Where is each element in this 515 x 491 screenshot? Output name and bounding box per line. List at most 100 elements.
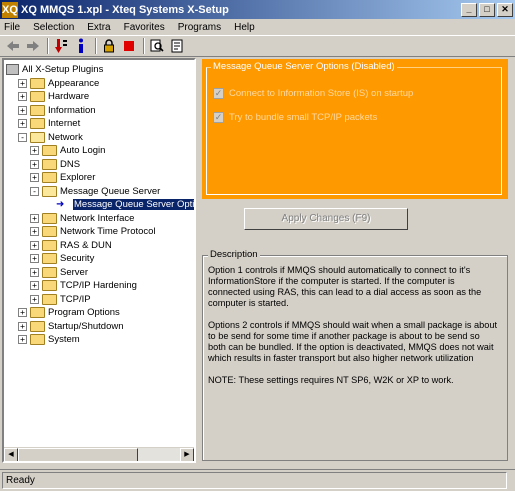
tree-item[interactable]: + TCP/IP Hardening <box>30 279 137 292</box>
tree-item[interactable]: + Startup/Shutdown <box>18 320 124 333</box>
stop-icon[interactable] <box>120 37 138 55</box>
description-paragraph: NOTE: These settings requires NT SP6, W2… <box>208 375 454 385</box>
tree-item[interactable]: ➜ Message Queue Server Optio <box>44 198 194 211</box>
folder-icon <box>30 77 45 89</box>
expand-icon[interactable]: + <box>30 213 39 223</box>
scroll-left-button[interactable]: ◀ <box>4 448 18 461</box>
scroll-right-button[interactable]: ▶ <box>180 448 194 461</box>
tree-item[interactable]: + Program Options <box>18 306 120 319</box>
scroll-track[interactable] <box>138 448 180 461</box>
tree-item-label: Startup/Shutdown <box>48 320 124 332</box>
tree-item[interactable]: - Message Queue Server <box>30 185 160 198</box>
collapse-icon[interactable]: - <box>18 132 27 142</box>
tree-item[interactable]: + System <box>18 333 80 346</box>
tree-item[interactable]: + Auto Login <box>30 144 105 157</box>
tree-item-label: Information <box>48 104 96 116</box>
close-button[interactable]: ✕ <box>497 2 513 17</box>
folder-icon <box>42 226 57 237</box>
tree-item[interactable]: - Network <box>18 131 83 144</box>
tree-item-label: Explorer <box>60 172 96 183</box>
folder-icon <box>30 307 45 318</box>
status-text: Ready <box>2 472 507 489</box>
tree-item[interactable]: All X-Setup Plugins <box>6 63 103 76</box>
tree-item[interactable]: + Hardware <box>18 90 89 103</box>
tree-item[interactable]: + Security <box>30 252 94 265</box>
expand-icon[interactable]: + <box>30 294 39 304</box>
window-title: XQ MMQS 1.xpl - Xteq Systems X-Setup <box>21 3 229 16</box>
checkbox-bundle-packets[interactable]: ✓ <box>213 112 224 123</box>
menu-favorites[interactable]: Favorites <box>124 22 165 33</box>
checkbox-connect-is[interactable]: ✓ <box>213 88 224 99</box>
tree-item[interactable]: + Network Time Protocol <box>30 225 156 238</box>
expand-icon[interactable]: + <box>30 159 39 169</box>
tree-item[interactable]: + Server <box>30 266 88 279</box>
tree-item[interactable]: + Network Interface <box>30 212 134 225</box>
description-group: Description Option 1 controls if MMQS sh… <box>202 249 508 461</box>
app-icon[interactable]: XQ <box>2 1 18 18</box>
back-arrow-icon[interactable] <box>4 37 22 55</box>
tree-item-label: Internet <box>48 118 81 129</box>
menu-help[interactable]: Help <box>234 22 255 33</box>
expand-icon[interactable]: + <box>18 105 27 115</box>
menu-programs[interactable]: Programs <box>178 22 221 33</box>
checkbox-label: Try to bundle small TCP/IP packets <box>229 112 378 123</box>
folder-icon <box>42 266 57 278</box>
menu-extra[interactable]: Extra <box>87 22 110 33</box>
tree-item-label: Server <box>60 266 88 278</box>
option-bundle-packets[interactable]: ✓ Try to bundle small TCP/IP packets <box>213 112 377 123</box>
info-icon[interactable] <box>72 37 90 55</box>
option-connect-is[interactable]: ✓ Connect to Information Store (IS) on s… <box>213 88 413 99</box>
collapse-icon[interactable]: - <box>30 186 39 196</box>
tree-item-label: All X-Setup Plugins <box>22 64 104 75</box>
expand-icon[interactable]: + <box>30 240 39 250</box>
expand-icon[interactable]: + <box>18 308 27 317</box>
expand-icon[interactable]: + <box>30 227 39 236</box>
forward-arrow-icon[interactable] <box>24 37 42 55</box>
report-icon[interactable] <box>168 37 186 55</box>
tree-item-label: Network Time Protocol <box>60 226 156 237</box>
tree-item[interactable]: + RAS & DUN <box>30 239 112 252</box>
expand-icon[interactable]: + <box>18 92 27 101</box>
toolbar-separator <box>95 38 97 54</box>
tree-item-label: TCP/IP <box>60 293 91 305</box>
tree-item[interactable]: + DNS <box>30 158 80 171</box>
toolbar-separator <box>143 38 145 54</box>
tree-item[interactable]: + Appearance <box>18 77 99 90</box>
tree-item[interactable]: + Information <box>18 104 96 117</box>
expand-icon[interactable]: + <box>18 78 27 88</box>
lock-icon[interactable] <box>100 37 118 55</box>
folder-icon <box>42 293 57 305</box>
expand-icon[interactable]: + <box>30 281 39 290</box>
tree-item[interactable]: + TCP/IP <box>30 293 91 306</box>
apply-arrow-icon[interactable] <box>52 37 70 55</box>
apply-changes-button[interactable]: Apply Changes (F9) <box>244 208 408 230</box>
description-paragraph: Option 1 controls if MMQS should automat… <box>208 265 482 308</box>
expand-icon[interactable]: + <box>18 119 27 128</box>
scroll-thumb[interactable] <box>18 448 138 461</box>
tree-item[interactable]: + Internet <box>18 117 80 130</box>
plugin-tree[interactable]: All X-Setup Plugins + Appearance + Hardware +… <box>2 58 196 463</box>
folder-icon <box>42 158 57 170</box>
folder-icon <box>42 280 57 291</box>
expand-icon[interactable]: + <box>18 335 27 344</box>
expand-icon[interactable]: + <box>30 146 39 155</box>
expand-icon[interactable]: + <box>30 173 39 182</box>
maximize-button[interactable]: □ <box>479 2 495 17</box>
description-title: Description <box>208 249 260 260</box>
menu-file[interactable]: File <box>4 22 20 33</box>
options-group-title: Message Queue Server Options (Disabled) <box>211 61 397 72</box>
tree-item[interactable]: + Explorer <box>30 171 95 184</box>
expand-icon[interactable]: + <box>18 321 27 331</box>
options-panel: Message Queue Server Options (Disabled) … <box>202 59 508 199</box>
status-bar: Ready <box>0 469 515 491</box>
folder-icon <box>42 253 57 264</box>
tree-item-label: Network Interface <box>60 212 135 224</box>
expand-icon[interactable]: + <box>30 267 39 277</box>
expand-icon[interactable]: + <box>30 254 39 263</box>
tree-horizontal-scrollbar[interactable]: ◀ ▶ <box>4 447 194 461</box>
menu-selection[interactable]: Selection <box>33 22 74 33</box>
minimize-button[interactable]: _ <box>461 2 477 17</box>
title-bar[interactable]: XQ XQ MMQS 1.xpl - Xteq Systems X-Setup … <box>0 0 515 19</box>
search-icon[interactable] <box>148 37 166 55</box>
options-group: Message Queue Server Options (Disabled) … <box>206 61 502 195</box>
